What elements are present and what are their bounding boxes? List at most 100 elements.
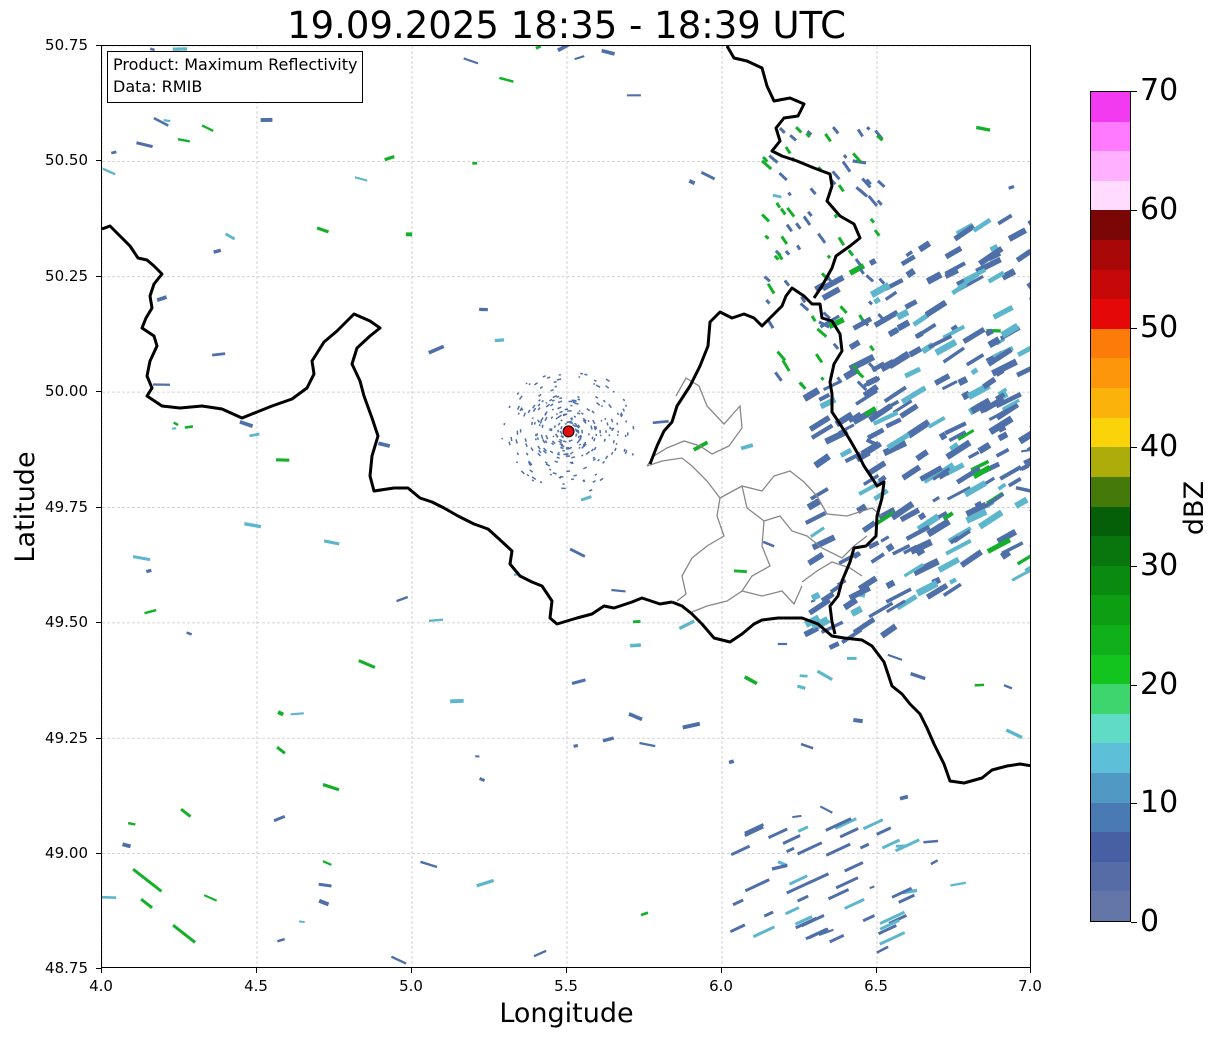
radar-echo <box>884 290 898 301</box>
radar-echo <box>602 460 606 464</box>
radar-echo <box>772 193 782 199</box>
radar-echo <box>605 385 610 389</box>
y-tickmark <box>96 160 101 161</box>
map-canvas <box>102 46 1030 967</box>
radar-echo <box>1015 248 1030 263</box>
radar-site-dot <box>562 425 575 438</box>
radar-echo <box>606 422 609 426</box>
radar-echo <box>516 405 521 410</box>
radar-echo <box>785 223 794 233</box>
y-tick-label: 49.25 <box>45 729 88 747</box>
colorbar-segment <box>1091 180 1130 211</box>
radar-echo <box>531 479 535 482</box>
radar-echo <box>810 591 821 601</box>
radar-echo <box>564 422 567 425</box>
colorbar-segment <box>1091 209 1130 241</box>
radar-echo <box>578 376 581 378</box>
radar-echo <box>868 258 877 266</box>
radar-echo <box>549 428 551 431</box>
radar-echo <box>177 138 191 143</box>
radar-echo <box>519 429 522 433</box>
radar-echo <box>617 430 619 433</box>
radar-echo <box>604 417 607 421</box>
radar-echo <box>153 117 169 127</box>
radar-echo <box>950 881 967 887</box>
colorbar-tickmark <box>1131 91 1137 92</box>
radar-echo <box>730 844 751 857</box>
radar-echo <box>915 449 929 462</box>
radar-echo <box>601 48 616 56</box>
radar-echo <box>156 295 168 303</box>
radar-echo <box>580 372 584 375</box>
radar-echo <box>244 521 262 529</box>
radar-echo <box>260 117 273 123</box>
radar-echo <box>628 712 643 722</box>
radar-echo <box>682 721 701 730</box>
colorbar-segment <box>1091 357 1130 389</box>
radar-echo <box>839 447 853 458</box>
radar-echo <box>140 897 154 909</box>
radar-echo <box>1020 463 1030 471</box>
radar-echo <box>789 134 798 142</box>
radar-echo <box>577 396 580 398</box>
radar-echo <box>1014 496 1029 509</box>
colorbar-tick-label: 40 <box>1140 429 1179 464</box>
radar-echo <box>599 477 604 482</box>
radar-echo <box>516 452 520 456</box>
radar-echo <box>545 401 548 404</box>
radar-echo <box>544 416 548 422</box>
radar-echo <box>501 437 504 440</box>
radar-echo <box>859 842 870 850</box>
radar-echo <box>639 741 656 748</box>
radar-echo <box>615 442 618 445</box>
radar-echo <box>428 618 444 623</box>
radar-echo <box>562 483 565 485</box>
radar-echo <box>835 876 859 890</box>
radar-echo <box>869 885 875 890</box>
radar-echo <box>571 678 586 686</box>
radar-echo <box>516 430 519 435</box>
radar-echo <box>549 398 553 402</box>
radar-echo <box>997 213 1013 226</box>
radar-echo <box>612 440 615 444</box>
radar-echo <box>568 439 573 443</box>
radar-echo <box>558 373 561 376</box>
radar-echo <box>565 455 571 458</box>
info-legend: Product: Maximum Reflectivity Data: RMIB <box>107 51 364 103</box>
radar-echo <box>557 406 562 410</box>
radar-echo <box>553 425 556 429</box>
radar-echo <box>537 445 541 450</box>
radar-echo <box>576 412 581 415</box>
radar-echo <box>239 420 254 428</box>
radar-echo <box>551 399 555 402</box>
colorbar <box>1090 91 1131 922</box>
radar-echo <box>775 201 782 209</box>
radar-echo <box>587 419 590 423</box>
radar-echo <box>171 427 177 430</box>
radar-echo <box>550 388 554 392</box>
radar-echo <box>771 863 788 871</box>
radar-echo <box>1016 548 1030 566</box>
radar-echo <box>549 450 554 454</box>
radar-echo <box>997 431 1009 442</box>
radar-echo <box>1015 485 1030 493</box>
radar-echo <box>819 805 833 814</box>
radar-echo <box>795 222 802 230</box>
radar-echo <box>533 949 547 958</box>
radar-echo <box>780 235 789 245</box>
radar-echo <box>526 473 530 477</box>
radar-echo <box>555 412 559 416</box>
radar-echo <box>688 179 696 186</box>
colorbar-tick-label: 20 <box>1140 667 1179 702</box>
radar-echo <box>862 818 884 831</box>
radar-echo <box>873 229 881 237</box>
colorbar-tick-label: 70 <box>1140 73 1179 108</box>
radar-echo <box>597 458 600 462</box>
radar-echo <box>574 402 579 405</box>
radar-echo <box>787 191 792 197</box>
radar-echo <box>518 395 523 400</box>
region-border <box>676 497 725 602</box>
radar-echo <box>1029 505 1030 515</box>
radar-echo <box>837 236 846 247</box>
radar-echo <box>588 433 590 436</box>
